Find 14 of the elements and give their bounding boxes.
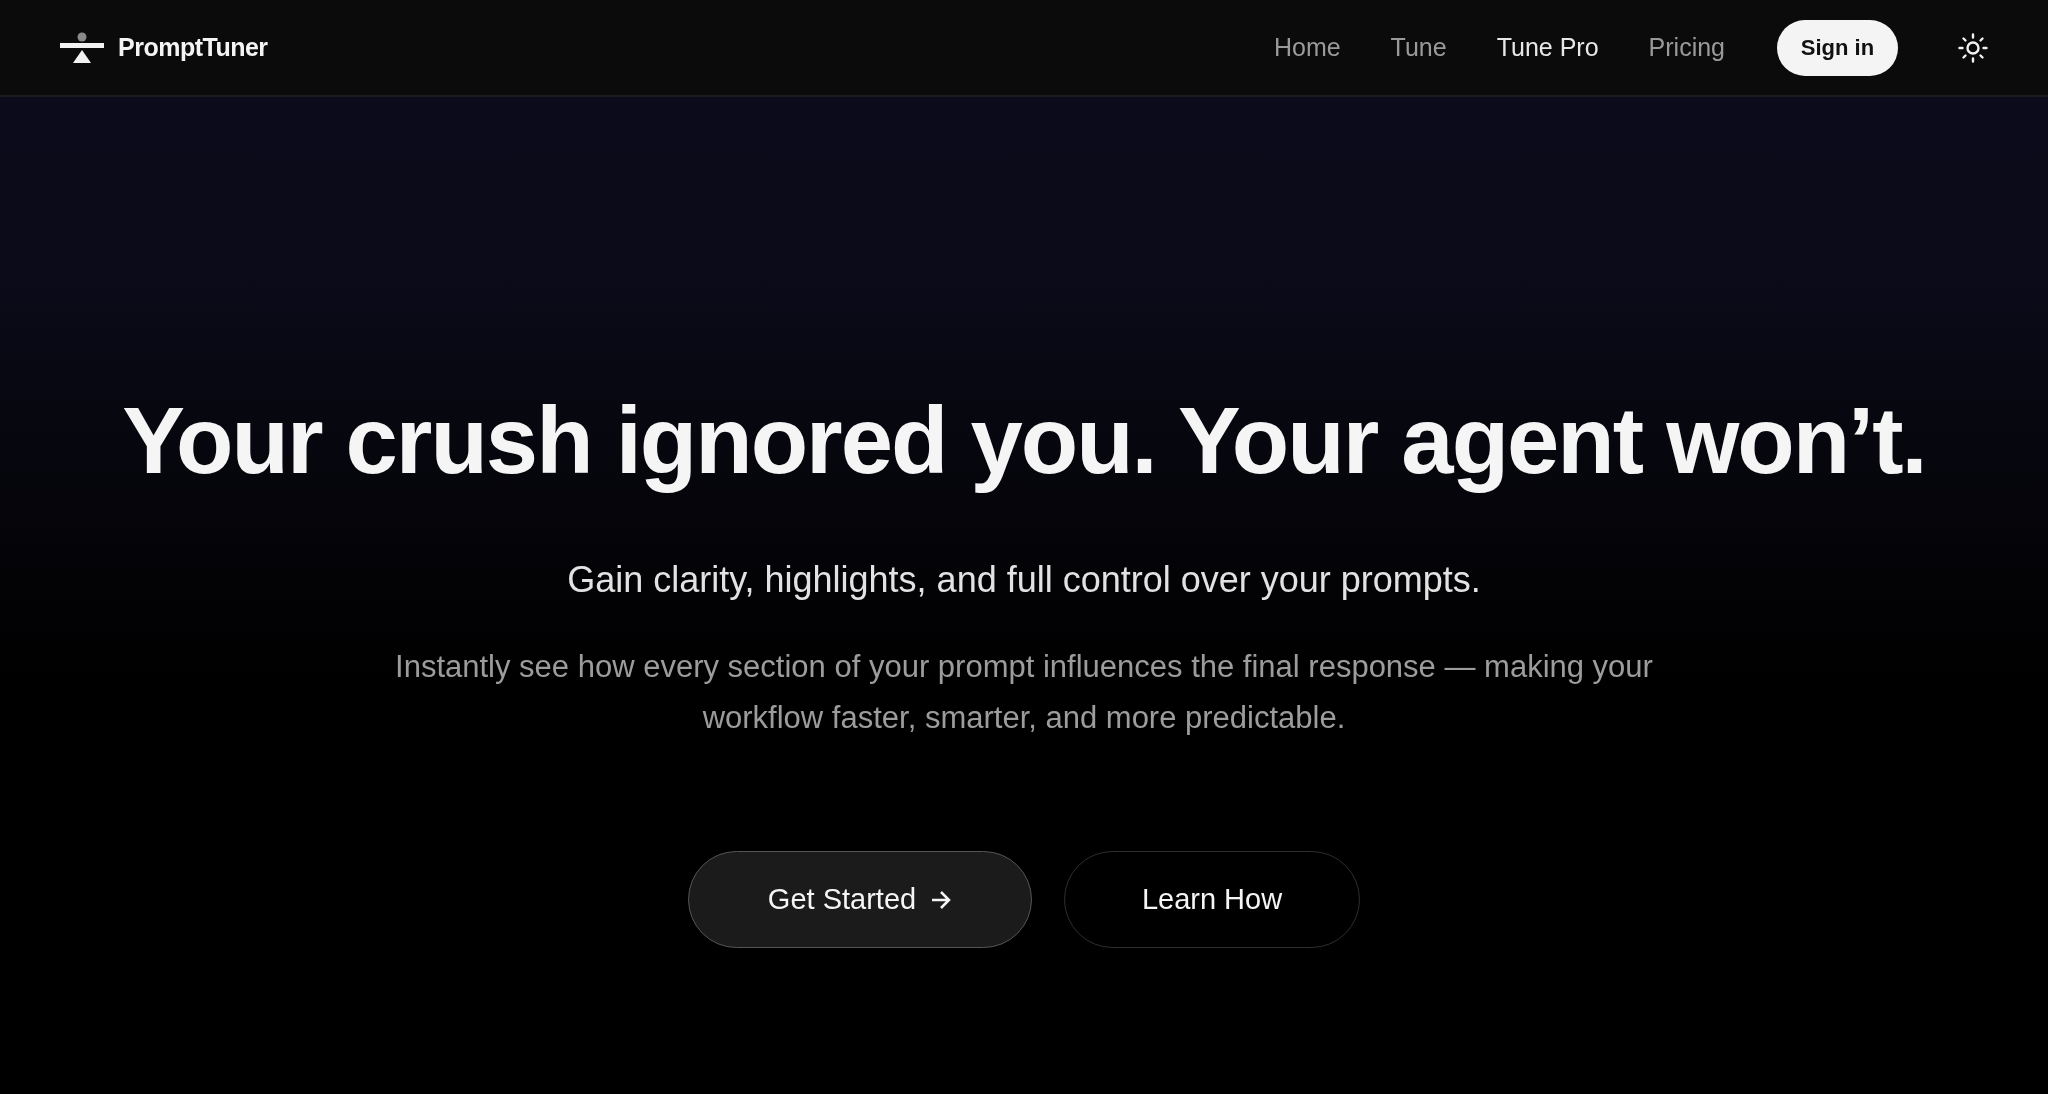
learn-how-button[interactable]: Learn How [1064, 851, 1360, 948]
subtitle: Gain clarity, highlights, and full control over your prompts. [567, 559, 1481, 601]
brand-name: PromptTuner [118, 33, 268, 62]
headline: Your crush ignored you. Your agent won’t. [122, 387, 1926, 495]
get-started-button[interactable]: Get Started [688, 851, 1032, 948]
nav-link[interactable]: Pricing [1648, 33, 1725, 62]
nav-link[interactable]: Tune [1390, 33, 1447, 62]
description: Instantly see how every section of your prompt influences the final response — making your workflow faster, smarter, and more predictable. [394, 648, 1654, 737]
arrow-right-icon [930, 889, 953, 910]
sun-icon[interactable] [1958, 32, 1988, 63]
nav-link[interactable]: Home [1273, 33, 1341, 62]
nav-link[interactable]: Tune Pro [1496, 33, 1599, 62]
logo-icon [60, 31, 104, 64]
sign-in-button[interactable]: Sign in [1777, 19, 1898, 76]
